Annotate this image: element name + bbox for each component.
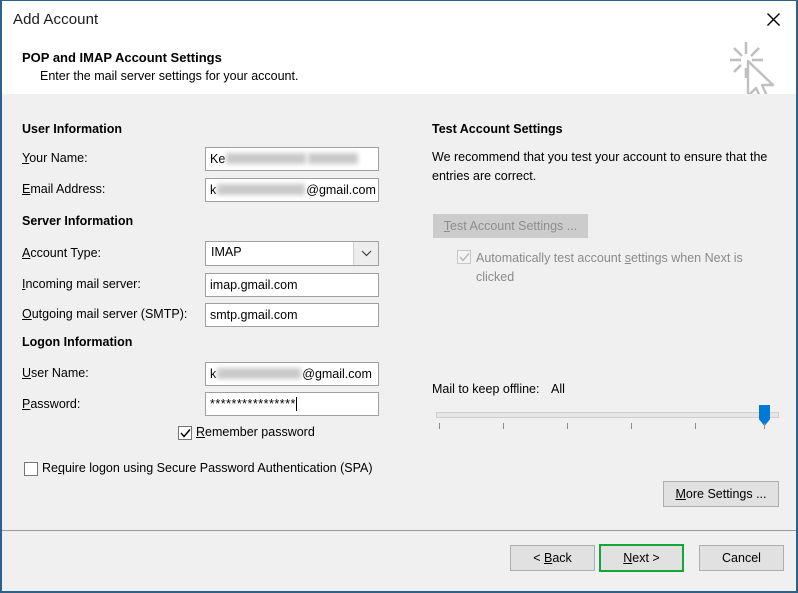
outgoing-mail-server-input[interactable]: smtp.gmail.com <box>205 303 379 327</box>
test-panel-description: We recommend that you test your account … <box>432 150 768 183</box>
label-account-type: Account Type: <box>22 246 101 260</box>
remember-password-checkbox[interactable] <box>178 426 192 440</box>
close-icon <box>766 12 781 27</box>
auto-test-checkbox[interactable] <box>457 250 471 264</box>
section-test-account-settings: Test Account Settings <box>432 122 563 136</box>
slider-tick <box>695 423 696 429</box>
text-caret <box>295 397 297 411</box>
email-address-input[interactable]: k @gmail.com <box>205 178 379 202</box>
offline-slider-value: All <box>551 382 565 396</box>
label-outgoing-mail-server: Outgoing mail server (SMTP): <box>22 307 188 321</box>
dialog-footer: < Back Next > Cancel <box>2 530 796 591</box>
next-button[interactable]: Next > <box>599 544 684 572</box>
label-user-name: User Name: <box>22 366 89 380</box>
section-logon-information: Logon Information <box>22 335 133 349</box>
email-suffix: @gmail.com <box>306 183 376 197</box>
slider-tick <box>503 423 504 429</box>
page-subtitle: Enter the mail server settings for your … <box>40 69 299 83</box>
accel-user-name: U <box>22 366 32 380</box>
password-value: **************** <box>210 397 296 411</box>
cancel-button[interactable]: Cancel <box>699 545 784 571</box>
back-button[interactable]: < Back <box>510 545 595 571</box>
auto-test-label[interactable]: Automatically test account settings when… <box>476 249 766 287</box>
redaction-block <box>217 184 306 196</box>
title-bar: Add Account <box>2 1 796 43</box>
require-spa-label[interactable]: Require logon using Secure Password Auth… <box>42 461 373 475</box>
dialog-body: User Information Your Name: Ke Email Add… <box>2 94 796 531</box>
email-prefix: k <box>210 183 217 197</box>
offline-slider-track[interactable] <box>436 412 779 418</box>
accel-outgoing: O <box>22 307 32 321</box>
offline-slider-label: Mail to keep offline: <box>432 382 540 396</box>
check-icon <box>459 253 470 262</box>
test-account-settings-button[interactable]: Test Account Settings ... <box>433 214 588 238</box>
accel-require-spa: q <box>57 461 65 475</box>
section-user-information: User Information <box>22 122 123 136</box>
cursor-sparkle-icon <box>726 38 784 101</box>
label-email-address: Email Address: <box>22 182 106 196</box>
label-incoming-mail-server: Incoming mail server: <box>22 277 141 291</box>
slider-tick <box>567 423 568 429</box>
accel-more-settings: M <box>675 487 686 501</box>
window-title: Add Account <box>13 11 99 28</box>
section-server-information: Server Information <box>22 214 134 228</box>
redaction-block <box>226 153 307 165</box>
accel-remember: R <box>196 425 206 439</box>
slider-tick <box>439 423 440 429</box>
slider-tick <box>764 423 765 429</box>
require-spa-checkbox[interactable] <box>24 462 38 476</box>
page-title: POP and IMAP Account Settings <box>22 50 222 65</box>
remember-password-label[interactable]: Remember password <box>196 425 315 439</box>
close-button[interactable] <box>756 5 790 33</box>
label-your-name: Your Name: <box>22 151 88 165</box>
your-name-input[interactable]: Ke <box>205 147 379 171</box>
slider-tick <box>631 423 632 429</box>
redaction-block <box>217 368 302 380</box>
password-input[interactable]: **************** <box>205 392 379 416</box>
account-type-value: IMAP <box>211 245 242 259</box>
user-name-input[interactable]: k @gmail.com <box>205 362 379 386</box>
incoming-mail-server-input[interactable]: imap.gmail.com <box>205 273 379 297</box>
account-type-combobox[interactable]: IMAP <box>205 241 379 266</box>
chevron-down-icon[interactable] <box>353 242 378 265</box>
user-name-suffix: @gmail.com <box>302 367 372 381</box>
more-settings-button[interactable]: More Settings ... <box>663 481 779 507</box>
check-icon <box>180 429 191 438</box>
user-name-prefix: k <box>210 367 217 381</box>
dialog-header: POP and IMAP Account Settings Enter the … <box>2 42 796 101</box>
add-account-dialog: Add Account POP and IMAP Account Setting… <box>0 0 798 593</box>
label-password: Password: <box>22 397 81 411</box>
accel-next: N <box>623 551 633 565</box>
redaction-block <box>308 153 359 165</box>
your-name-value: Ke <box>210 152 226 166</box>
